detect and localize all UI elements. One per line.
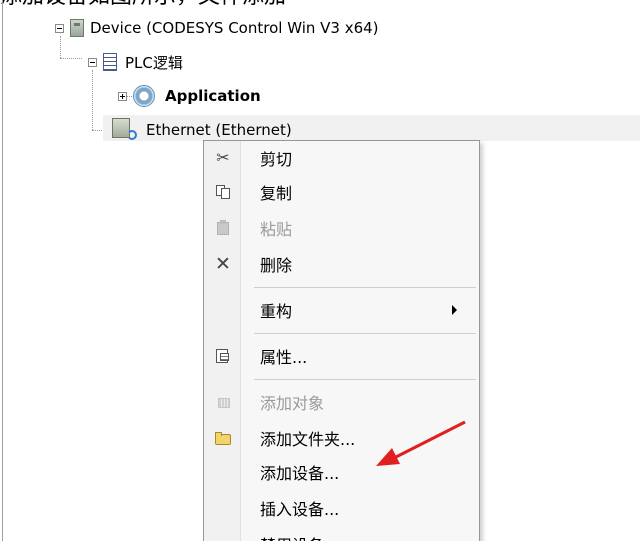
add-object-icon [214, 393, 232, 411]
menu-item-disable-device[interactable]: 禁用设备 [204, 527, 479, 541]
tree-connector [92, 70, 94, 130]
menu-item-label: 插入设备... [260, 500, 340, 519]
menu-item-label: 重构 [260, 302, 293, 321]
tree-node-label: Application [165, 87, 261, 105]
menu-separator [254, 333, 476, 334]
copy-icon [214, 183, 232, 201]
menu-item-paste[interactable]: 粘贴 [204, 211, 479, 245]
context-menu: ✂ 剪切 复制 粘贴 ✕ 删除 重构 属性... 添加对象 添加文件夹... 添… [203, 140, 480, 541]
menu-item-delete[interactable]: ✕ 删除 [204, 247, 479, 281]
menu-separator [254, 287, 476, 288]
tree-node-ethernet[interactable]: Ethernet (Ethernet) [112, 118, 292, 142]
arrow-head [376, 448, 400, 466]
submenu-arrow-icon [452, 305, 457, 315]
menu-item-label: 删除 [260, 256, 293, 275]
expand-toggle-icon[interactable] [118, 91, 127, 101]
menu-item-copy[interactable]: 复制 [204, 175, 479, 209]
collapse-toggle-icon[interactable] [55, 23, 64, 33]
menu-item-properties[interactable]: 属性... [204, 339, 479, 373]
menu-item-label: 粘贴 [260, 220, 293, 239]
tree-node-application[interactable]: Application [118, 84, 261, 108]
plc-logic-icon [103, 53, 117, 71]
menu-item-cut[interactable]: ✂ 剪切 [204, 141, 479, 175]
arrow-shaft [393, 420, 466, 460]
menu-item-label: 复制 [260, 184, 293, 203]
menu-item-label: 属性... [260, 348, 308, 367]
menu-item-add-object[interactable]: 添加对象 [204, 385, 479, 419]
menu-item-label: 添加设备... [260, 464, 340, 483]
paste-icon [214, 219, 232, 237]
folder-icon [214, 429, 232, 447]
tree-node-plc-logic[interactable]: PLC逻辑 [88, 50, 183, 74]
device-tree: Device (CODESYS Control Win V3 x64) PLC逻… [0, 0, 640, 160]
screenshot-stage: 添加设备如图所示，文件添加 Device (CODESYS Control Wi… [0, 0, 640, 541]
ethernet-device-icon [112, 118, 138, 142]
tree-node-label: Ethernet (Ethernet) [146, 121, 292, 139]
menu-item-label: 剪切 [260, 150, 293, 169]
device-icon [70, 19, 84, 37]
tree-node-label: Device (CODESYS Control Win V3 x64) [90, 19, 379, 37]
scissors-icon: ✂ [216, 148, 230, 167]
tree-node-device[interactable]: Device (CODESYS Control Win V3 x64) [55, 16, 379, 40]
menu-separator [254, 379, 476, 380]
delete-x-icon: ✕ [215, 252, 231, 275]
menu-item-refactor[interactable]: 重构 [204, 293, 479, 327]
red-annotation-arrow-icon [376, 420, 466, 466]
menu-item-insert-device[interactable]: 插入设备... [204, 491, 479, 525]
properties-icon [214, 347, 232, 365]
tree-node-label: PLC逻辑 [125, 53, 183, 72]
collapse-toggle-icon[interactable] [88, 57, 97, 67]
menu-item-label: 添加文件夹... [260, 430, 356, 449]
tree-connector [60, 58, 82, 60]
menu-item-label: 禁用设备 [260, 532, 324, 541]
menu-item-label: 添加对象 [260, 394, 325, 413]
application-gear-icon [133, 85, 155, 107]
